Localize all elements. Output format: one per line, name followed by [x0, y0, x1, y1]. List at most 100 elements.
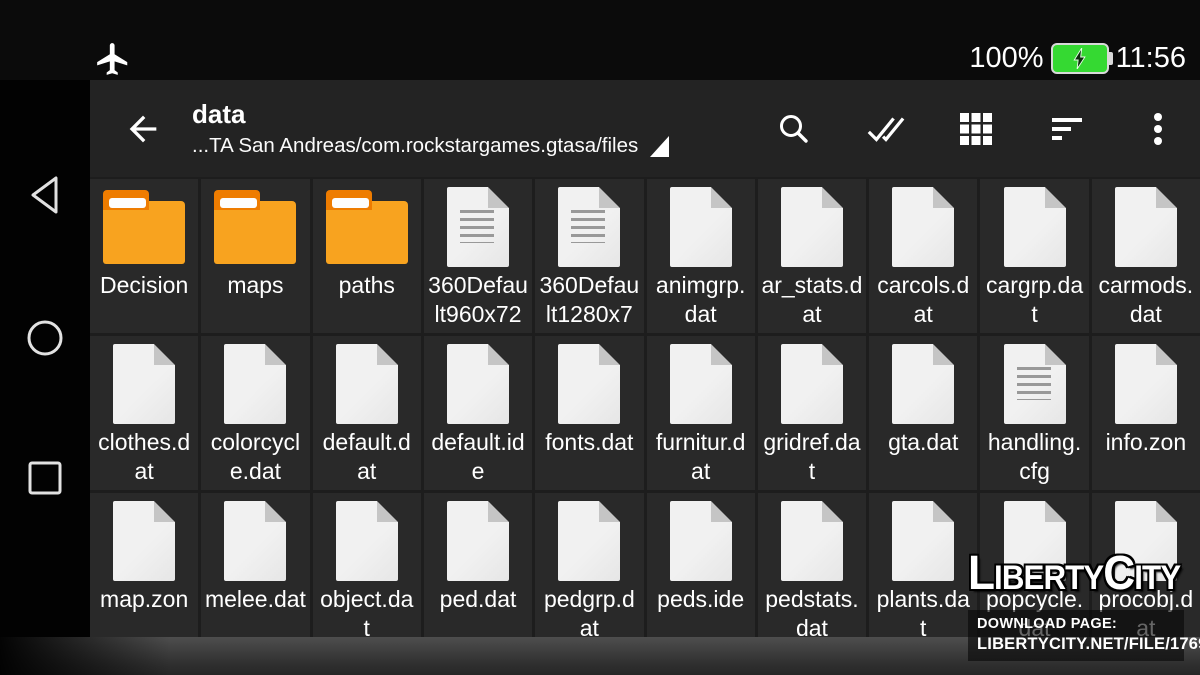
- document-icon: [892, 187, 954, 267]
- file-tile[interactable]: gridref.da t: [758, 336, 866, 490]
- file-tile[interactable]: map.zon: [90, 493, 198, 647]
- select-all-icon: [865, 110, 905, 148]
- select-all-button[interactable]: [865, 109, 905, 149]
- file-label: 360Defau lt1280x7: [539, 271, 639, 329]
- file-label: default.d at: [323, 428, 411, 486]
- file-tile[interactable]: colorcycl e.dat: [201, 336, 309, 490]
- file-icon-wrap: [670, 500, 732, 582]
- battery-charging-icon: [1051, 43, 1109, 74]
- breadcrumb[interactable]: ...TA San Andreas/com.rockstargames.gtas…: [192, 134, 669, 158]
- file-tile[interactable]: melee.dat: [201, 493, 309, 647]
- overflow-menu-button[interactable]: [1138, 109, 1178, 149]
- file-icon-wrap: [326, 186, 408, 268]
- toolbar-titles[interactable]: data ...TA San Andreas/com.rockstargames…: [192, 99, 669, 158]
- battery-percent: 100%: [969, 42, 1043, 75]
- file-icon-wrap: [892, 500, 954, 582]
- document-icon: [447, 344, 509, 424]
- file-tile[interactable]: paths: [313, 179, 421, 333]
- file-label: maps: [227, 271, 283, 300]
- file-icon-wrap: [336, 343, 398, 425]
- file-tile[interactable]: plants.da t: [869, 493, 977, 647]
- airplane-mode-icon: [94, 40, 132, 78]
- logo-text: IBERTY: [994, 559, 1103, 597]
- sort-button[interactable]: [1047, 109, 1087, 149]
- status-right-cluster: 100% 11:56: [969, 38, 1186, 78]
- libertycity-logo: LIBERTYCITY: [968, 546, 1176, 606]
- file-tile[interactable]: peds.ide: [647, 493, 755, 647]
- file-icon-wrap: [224, 343, 286, 425]
- file-tile[interactable]: animgrp. dat: [647, 179, 755, 333]
- file-label: ar_stats.d at: [761, 271, 862, 329]
- toolbar-actions: [774, 109, 1200, 149]
- document-icon: [336, 501, 398, 581]
- file-tile[interactable]: Decision: [90, 179, 198, 333]
- document-icon: [670, 187, 732, 267]
- nav-home-button[interactable]: [24, 316, 66, 360]
- file-tile[interactable]: pedgrp.d at: [535, 493, 643, 647]
- page-title: data: [192, 99, 669, 129]
- nav-back-button[interactable]: [24, 173, 66, 217]
- file-label: paths: [339, 271, 395, 300]
- file-label: object.da t: [320, 585, 413, 643]
- file-icon-wrap: [447, 500, 509, 582]
- watermark: LIBERTYCITY DOWNLOAD PAGE: LIBERTYCITY.N…: [968, 546, 1194, 661]
- file-tile[interactable]: fonts.dat: [535, 336, 643, 490]
- file-label: colorcycl e.dat: [211, 428, 300, 486]
- document-icon: [224, 501, 286, 581]
- file-tile[interactable]: carcols.d at: [869, 179, 977, 333]
- search-button[interactable]: [774, 109, 814, 149]
- file-tile[interactable]: ped.dat: [424, 493, 532, 647]
- file-tile[interactable]: ar_stats.d at: [758, 179, 866, 333]
- file-tile[interactable]: info.zon: [1092, 336, 1200, 490]
- file-tile[interactable]: default.d at: [313, 336, 421, 490]
- document-icon: [1004, 187, 1066, 267]
- file-label: fonts.dat: [545, 428, 633, 457]
- nav-back-icon: [26, 173, 64, 217]
- file-tile[interactable]: clothes.d at: [90, 336, 198, 490]
- folder-icon: [103, 190, 185, 264]
- file-label: 360Defau lt960x72: [428, 271, 528, 329]
- file-icon-wrap: [113, 500, 175, 582]
- file-label: clothes.d at: [98, 428, 190, 486]
- document-icon: [1115, 344, 1177, 424]
- file-tile[interactable]: carmods. dat: [1092, 179, 1200, 333]
- file-tile[interactable]: cargrp.da t: [980, 179, 1088, 333]
- file-tile[interactable]: default.id e: [424, 336, 532, 490]
- file-icon-wrap: [214, 186, 296, 268]
- file-label: ped.dat: [440, 585, 517, 614]
- file-label: handling. cfg: [988, 428, 1081, 486]
- document-icon: [336, 344, 398, 424]
- file-icon-wrap: [1004, 186, 1066, 268]
- back-button[interactable]: [122, 108, 164, 150]
- file-tile[interactable]: object.da t: [313, 493, 421, 647]
- file-tile[interactable]: pedstats. dat: [758, 493, 866, 647]
- file-icon-wrap: [1004, 343, 1066, 425]
- file-label: pedstats. dat: [765, 585, 858, 643]
- document-with-text-icon: [447, 187, 509, 267]
- sort-icon: [1048, 110, 1086, 148]
- logo-letter: C: [1103, 547, 1134, 600]
- document-icon: [670, 344, 732, 424]
- file-label: Decision: [100, 271, 188, 300]
- download-page-label: DOWNLOAD PAGE:: [977, 615, 1177, 634]
- file-tile[interactable]: furnitur.d at: [647, 336, 755, 490]
- android-nav-bar: [0, 80, 90, 675]
- nav-recents-icon: [26, 459, 64, 497]
- nav-recents-button[interactable]: [24, 456, 66, 500]
- file-label: carcols.d at: [877, 271, 969, 329]
- file-icon-wrap: [103, 186, 185, 268]
- nav-home-icon: [25, 318, 65, 358]
- file-tile[interactable]: gta.dat: [869, 336, 977, 490]
- view-mode-button[interactable]: [956, 109, 996, 149]
- file-icon-wrap: [892, 343, 954, 425]
- document-with-text-icon: [1004, 344, 1066, 424]
- file-label: furnitur.d at: [656, 428, 746, 486]
- file-tile[interactable]: maps: [201, 179, 309, 333]
- file-icon-wrap: [558, 500, 620, 582]
- file-label: melee.dat: [205, 585, 306, 614]
- logo-text: ITY: [1134, 559, 1180, 597]
- file-tile[interactable]: 360Defau lt960x72: [424, 179, 532, 333]
- file-tile[interactable]: handling. cfg: [980, 336, 1088, 490]
- phone-screen: 100% 11:56: [0, 0, 1200, 675]
- file-tile[interactable]: 360Defau lt1280x7: [535, 179, 643, 333]
